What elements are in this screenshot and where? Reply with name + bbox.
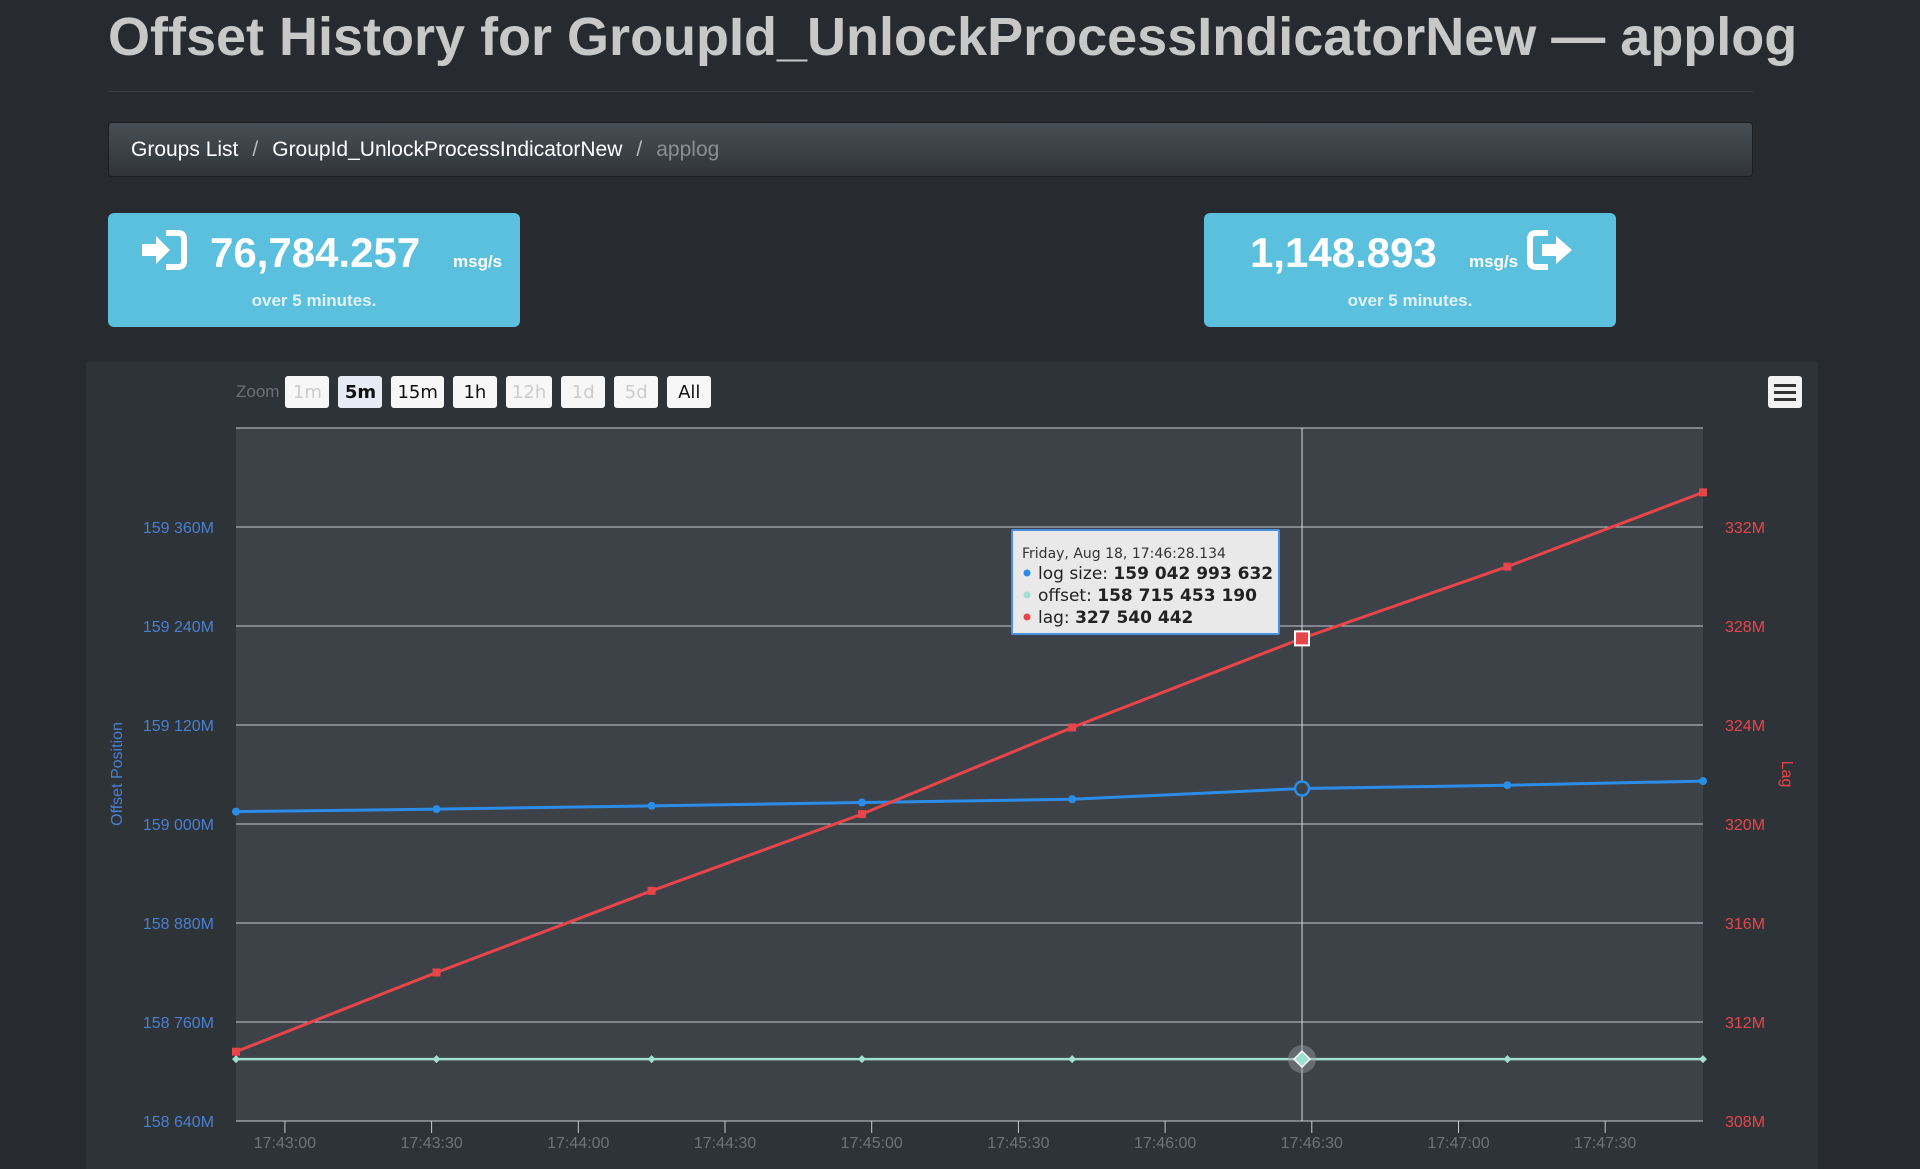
x-tick-label: 17:47:30 [1574, 1135, 1636, 1152]
x-tick-label: 17:44:00 [547, 1135, 609, 1152]
tooltip-bullet [1023, 613, 1031, 621]
zoom-button-15m[interactable]: 15m [391, 376, 444, 408]
chart-tooltip: Friday, Aug 18, 17:46:28.134 log size: 15… [1011, 529, 1280, 635]
tooltip-row-lag: lag: 327 540 442 [1038, 608, 1193, 628]
tooltip-bullet [1023, 569, 1031, 577]
tooltip-row-value: 158 715 453 190 [1097, 586, 1257, 606]
lag-point [432, 968, 441, 977]
lag-point [647, 886, 656, 895]
lag-point [857, 810, 866, 819]
zoom-button-all[interactable]: All [667, 376, 712, 408]
y-left-tick-label: 159 240M [143, 619, 214, 636]
zoom-button-5m[interactable]: 5m [338, 376, 383, 408]
log-size-point [232, 807, 240, 816]
y-left-tick-label: 159 120M [143, 718, 214, 735]
log-size-point [647, 801, 656, 810]
zoom-button-1h[interactable]: 1h [452, 376, 497, 408]
zoom-label: Zoom [236, 382, 280, 401]
hamburger-icon [1774, 383, 1796, 387]
lag-point [1503, 562, 1512, 571]
y-left-axis-title: Offset Position [109, 722, 126, 826]
x-tick-label: 17:43:30 [400, 1135, 462, 1152]
y-left-tick-label: 159 000M [143, 817, 214, 834]
log-size-point [1699, 777, 1707, 786]
zoom-button-12h[interactable]: 12h [505, 376, 553, 408]
zoom-button-1d[interactable]: 1d [561, 376, 606, 408]
lag-point [1068, 723, 1077, 732]
y-right-tick-label: 312M [1725, 1015, 1765, 1032]
y-left-tick-label: 158 760M [143, 1015, 214, 1032]
tooltip-bullet [1023, 591, 1031, 599]
tooltip-row-label: log size: [1038, 564, 1113, 584]
plot-area [236, 428, 1703, 1121]
y-left-tick-label: 158 640M [143, 1114, 214, 1131]
tooltip-row-log-size: log size: 159 042 993 632 [1038, 564, 1273, 584]
tooltip-date: Friday, Aug 18, 17:46:28.134 [1022, 546, 1226, 562]
x-tick-label: 17:45:30 [987, 1135, 1049, 1152]
tooltip-row-value: 327 540 442 [1075, 608, 1193, 628]
x-tick-label: 17:46:30 [1281, 1135, 1343, 1152]
y-right-tick-label: 316M [1725, 916, 1765, 933]
y-left-tick-label: 158 880M [143, 916, 214, 933]
tooltip-row-label: lag: [1038, 608, 1075, 628]
lag-point-hover [1294, 630, 1311, 647]
y-right-tick-label: 328M [1725, 619, 1765, 636]
zoom-button-5d[interactable]: 5d [614, 376, 659, 408]
x-tick-label: 17:45:00 [841, 1135, 903, 1152]
y-right-tick-label: 308M [1725, 1114, 1765, 1131]
tooltip-row-value: 159 042 993 632 [1113, 564, 1273, 584]
tooltip-row-offset: offset: 158 715 453 190 [1038, 586, 1257, 606]
log-size-point [432, 805, 441, 814]
x-tick-label: 17:44:30 [694, 1135, 756, 1152]
log-size-point-hover [1293, 780, 1311, 797]
x-tick-label: 17:47:00 [1427, 1135, 1489, 1152]
y-right-tick-label: 332M [1725, 520, 1765, 537]
lag-point [1699, 488, 1707, 497]
x-tick-label: 17:43:00 [254, 1135, 316, 1152]
y-right-tick-label: 324M [1725, 718, 1765, 735]
chart-menu-button[interactable] [1768, 376, 1802, 408]
x-tick-label: 17:46:00 [1134, 1135, 1196, 1152]
log-size-point [1068, 795, 1077, 804]
zoom-button-1m[interactable]: 1m [285, 376, 330, 408]
y-right-axis-title: Lag [1778, 761, 1795, 788]
lag-point [232, 1047, 240, 1056]
log-size-point [857, 798, 866, 807]
y-left-tick-label: 159 360M [143, 520, 214, 537]
y-right-tick-label: 320M [1725, 817, 1765, 834]
zoom-toolbar: Zoom 1m 5m 15m 1h 12h 1d 5d All [236, 376, 720, 408]
tooltip-row-label: offset: [1038, 586, 1097, 606]
offset-history-chart[interactable]: 158 640M 158 760M 158 880M 159 000M 159 120M… [0, 0, 1920, 1169]
log-size-point [1503, 781, 1512, 790]
